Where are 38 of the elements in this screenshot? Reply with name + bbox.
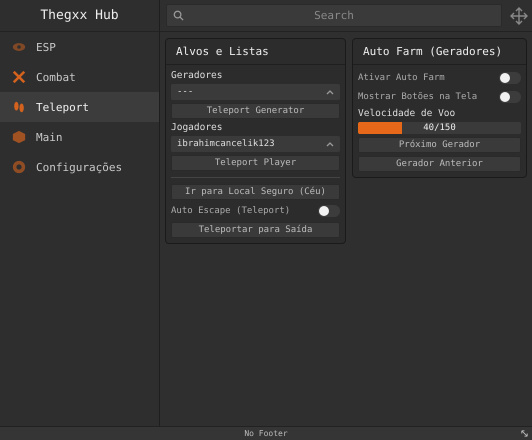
caret-icon: [326, 141, 334, 147]
field-label: Jogadores: [171, 122, 224, 133]
slider-track[interactable]: 40/150: [358, 122, 521, 134]
toggle-switch[interactable]: [499, 72, 521, 84]
field-label: Velocidade de Voo: [358, 108, 456, 119]
resize-icon[interactable]: [520, 429, 529, 438]
toggle-label: Mostrar Botões na Tela: [358, 92, 478, 102]
sidebar-item[interactable]: Main: [0, 122, 159, 152]
sidebar-item[interactable]: Combat: [0, 62, 159, 92]
action-button[interactable]: Teleport Generator: [171, 103, 340, 119]
panel-title: Alvos e Listas: [166, 39, 345, 65]
action-button[interactable]: Próximo Gerador: [358, 137, 521, 153]
action-button[interactable]: Ir para Local Seguro (Céu): [171, 184, 340, 200]
toggle-switch[interactable]: [318, 205, 340, 217]
sidebar-item[interactable]: Teleport: [0, 92, 159, 122]
settings-icon: [12, 160, 26, 174]
eye-icon: [12, 40, 26, 54]
footer-text: No Footer: [244, 429, 288, 438]
toggle-switch[interactable]: [499, 91, 521, 103]
search-icon: [173, 10, 184, 21]
toggle-label: Auto Escape (Teleport): [171, 206, 290, 216]
move-icon[interactable]: [510, 6, 528, 24]
caret-icon: [326, 89, 334, 95]
search-field[interactable]: Search: [166, 4, 502, 27]
sidebar-item[interactable]: Configurações: [0, 152, 159, 182]
footprints-icon: [12, 100, 26, 114]
dropdown[interactable]: ibrahimcancelik123: [171, 136, 340, 152]
action-button[interactable]: Gerador Anterior: [358, 156, 521, 172]
field-label: Geradores: [171, 70, 224, 81]
action-button[interactable]: Teleport Player: [171, 155, 340, 171]
sidebar-item[interactable]: ESP: [0, 32, 159, 62]
action-button[interactable]: Teleportar para Saída: [171, 222, 340, 238]
cube-icon: [12, 130, 26, 144]
swords-icon: [12, 70, 26, 84]
toggle-label: Ativar Auto Farm: [358, 73, 445, 83]
dropdown[interactable]: ---: [171, 84, 340, 100]
app-title: Thegxx Hub: [0, 0, 159, 32]
panel-title: Auto Farm (Geradores): [353, 39, 526, 65]
